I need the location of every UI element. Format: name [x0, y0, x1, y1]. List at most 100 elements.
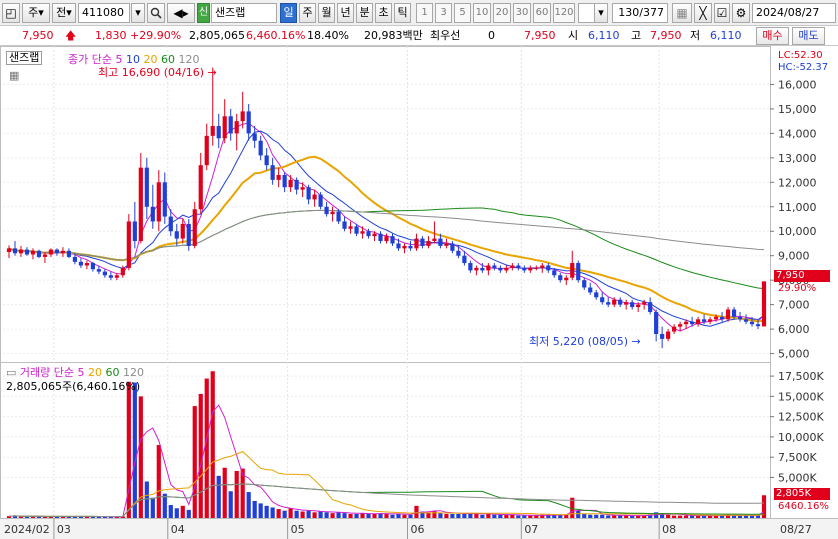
volume-bar: [186, 509, 191, 518]
tab-tick[interactable]: 틱: [394, 3, 411, 23]
checkbox-icon[interactable]: ☑: [714, 3, 730, 23]
candle-body: [624, 302, 629, 305]
period-120[interactable]: 120: [553, 3, 575, 23]
candle-body: [678, 324, 683, 327]
x-end-label: 08/27: [780, 523, 812, 536]
candle-body: [504, 267, 509, 271]
scope-select[interactable]: 전▾: [52, 3, 76, 23]
preferred-label: 최우선: [430, 29, 461, 42]
volume-bar: [330, 513, 335, 518]
candle-body: [444, 243, 449, 246]
gear-icon[interactable]: ⚙: [732, 3, 750, 23]
volume-bar: [504, 514, 509, 518]
market-label: 주: [28, 6, 39, 19]
candle-body: [654, 311, 659, 334]
period-dropdown-icon[interactable]: ▾: [594, 3, 608, 23]
up-arrow-icon: 🡅: [65, 29, 77, 42]
candle-body: [162, 182, 167, 217]
tab-year[interactable]: 년: [337, 3, 354, 23]
chart-canvas[interactable]: 16,000 15,000 14,000 13,000 12,000 11,000 10,0…: [0, 46, 838, 539]
volume-bar: [408, 514, 413, 518]
candle-body: [426, 241, 431, 246]
sell-button[interactable]: 매도: [792, 27, 825, 45]
candle-body: [540, 265, 545, 268]
period-60[interactable]: 60: [533, 3, 551, 23]
candle-body: [66, 250, 72, 257]
volume-pct: 6,460.16%: [246, 29, 306, 42]
candle-body: [342, 221, 347, 229]
volume-bar: [180, 505, 185, 518]
volume-bar: [144, 481, 149, 518]
grid-icon[interactable]: ▦: [672, 3, 692, 23]
window-icon[interactable]: ◰: [2, 3, 20, 23]
volume-bar: [198, 393, 203, 518]
tab-minute[interactable]: 분: [356, 3, 373, 23]
candle-body: [438, 238, 443, 246]
volume-tick-label: 10,000K: [778, 431, 824, 444]
volume-bar: [414, 505, 419, 518]
volume-tick-label: 5,000K: [778, 471, 817, 484]
x-tick-label: 06: [410, 523, 424, 536]
volume-bar: [432, 510, 437, 518]
period-20[interactable]: 20: [493, 3, 511, 23]
volume-bar: [282, 510, 287, 518]
search-icon[interactable]: [147, 3, 165, 23]
candle-body: [534, 267, 539, 269]
high-label: 고: [631, 29, 642, 42]
period-10[interactable]: 10: [473, 3, 491, 23]
candle-body: [719, 316, 725, 320]
volume-bar: [396, 513, 401, 518]
candle-body: [276, 174, 281, 180]
stock-tag[interactable]: 샌즈랩: [6, 51, 43, 65]
tab-day[interactable]: 일: [280, 3, 297, 23]
candle-body: [366, 231, 371, 237]
chart-area[interactable]: 16,000 15,000 14,000 13,000 12,000 11,000 10,0…: [0, 46, 838, 539]
sound-icon[interactable]: ◀▸: [167, 3, 195, 23]
period-5[interactable]: 5: [454, 3, 471, 23]
volume-bar: [342, 513, 347, 518]
market-select[interactable]: 주▾: [22, 3, 50, 23]
volume-bar: [498, 514, 503, 518]
volume-bar: [246, 492, 251, 518]
crosshair-icon[interactable]: ╳: [694, 3, 712, 23]
stock-code-input[interactable]: 411080: [78, 3, 130, 23]
settings-grid-icon[interactable]: ▦: [9, 69, 19, 82]
buy-button[interactable]: 매수: [756, 27, 789, 45]
tab-month[interactable]: 월: [318, 3, 335, 23]
candle-body: [192, 209, 197, 246]
volume-bar: [588, 514, 593, 518]
period-1[interactable]: 1: [416, 3, 433, 23]
code-dropdown-icon[interactable]: ▾: [131, 3, 145, 23]
period-3[interactable]: 3: [435, 3, 452, 23]
date-field[interactable]: 2024/08/27: [752, 3, 836, 23]
candle-body: [84, 263, 89, 266]
stock-name-field[interactable]: 샌즈랩: [211, 3, 277, 23]
x-tick-label: 2024/02: [4, 523, 50, 536]
lc-label: LC:52.30: [778, 50, 823, 61]
tab-week[interactable]: 주: [299, 3, 316, 23]
low-marker: 최저 5,220 (08/05) →: [529, 333, 641, 349]
turnover: 18.40%: [307, 29, 349, 42]
high-marker: 최고 16,690 (04/16) →: [98, 64, 217, 80]
volume-bar: [132, 382, 137, 518]
candle-body: [216, 126, 221, 139]
candle-body: [6, 248, 12, 253]
arrow-right-icon: →: [207, 66, 217, 79]
chevron-down-icon: ▾: [66, 6, 72, 19]
tab-second[interactable]: 초: [375, 3, 392, 23]
price-tick-label: 12,000: [778, 176, 817, 189]
candle-body: [462, 255, 467, 264]
bar-count-field[interactable]: 130/377: [612, 3, 668, 23]
price-tick-label: 13,000: [778, 152, 817, 165]
candle-body: [432, 238, 437, 242]
candle-body: [558, 275, 563, 281]
candle-body: [126, 221, 131, 268]
volume-bar: [168, 505, 173, 518]
candle-body: [402, 245, 407, 249]
volume-bar: [684, 515, 689, 518]
candle-body: [174, 231, 179, 239]
preferred-value: 0: [488, 29, 495, 42]
volume-bar: [438, 513, 443, 518]
candle-body: [60, 250, 66, 254]
period-30[interactable]: 30: [513, 3, 531, 23]
